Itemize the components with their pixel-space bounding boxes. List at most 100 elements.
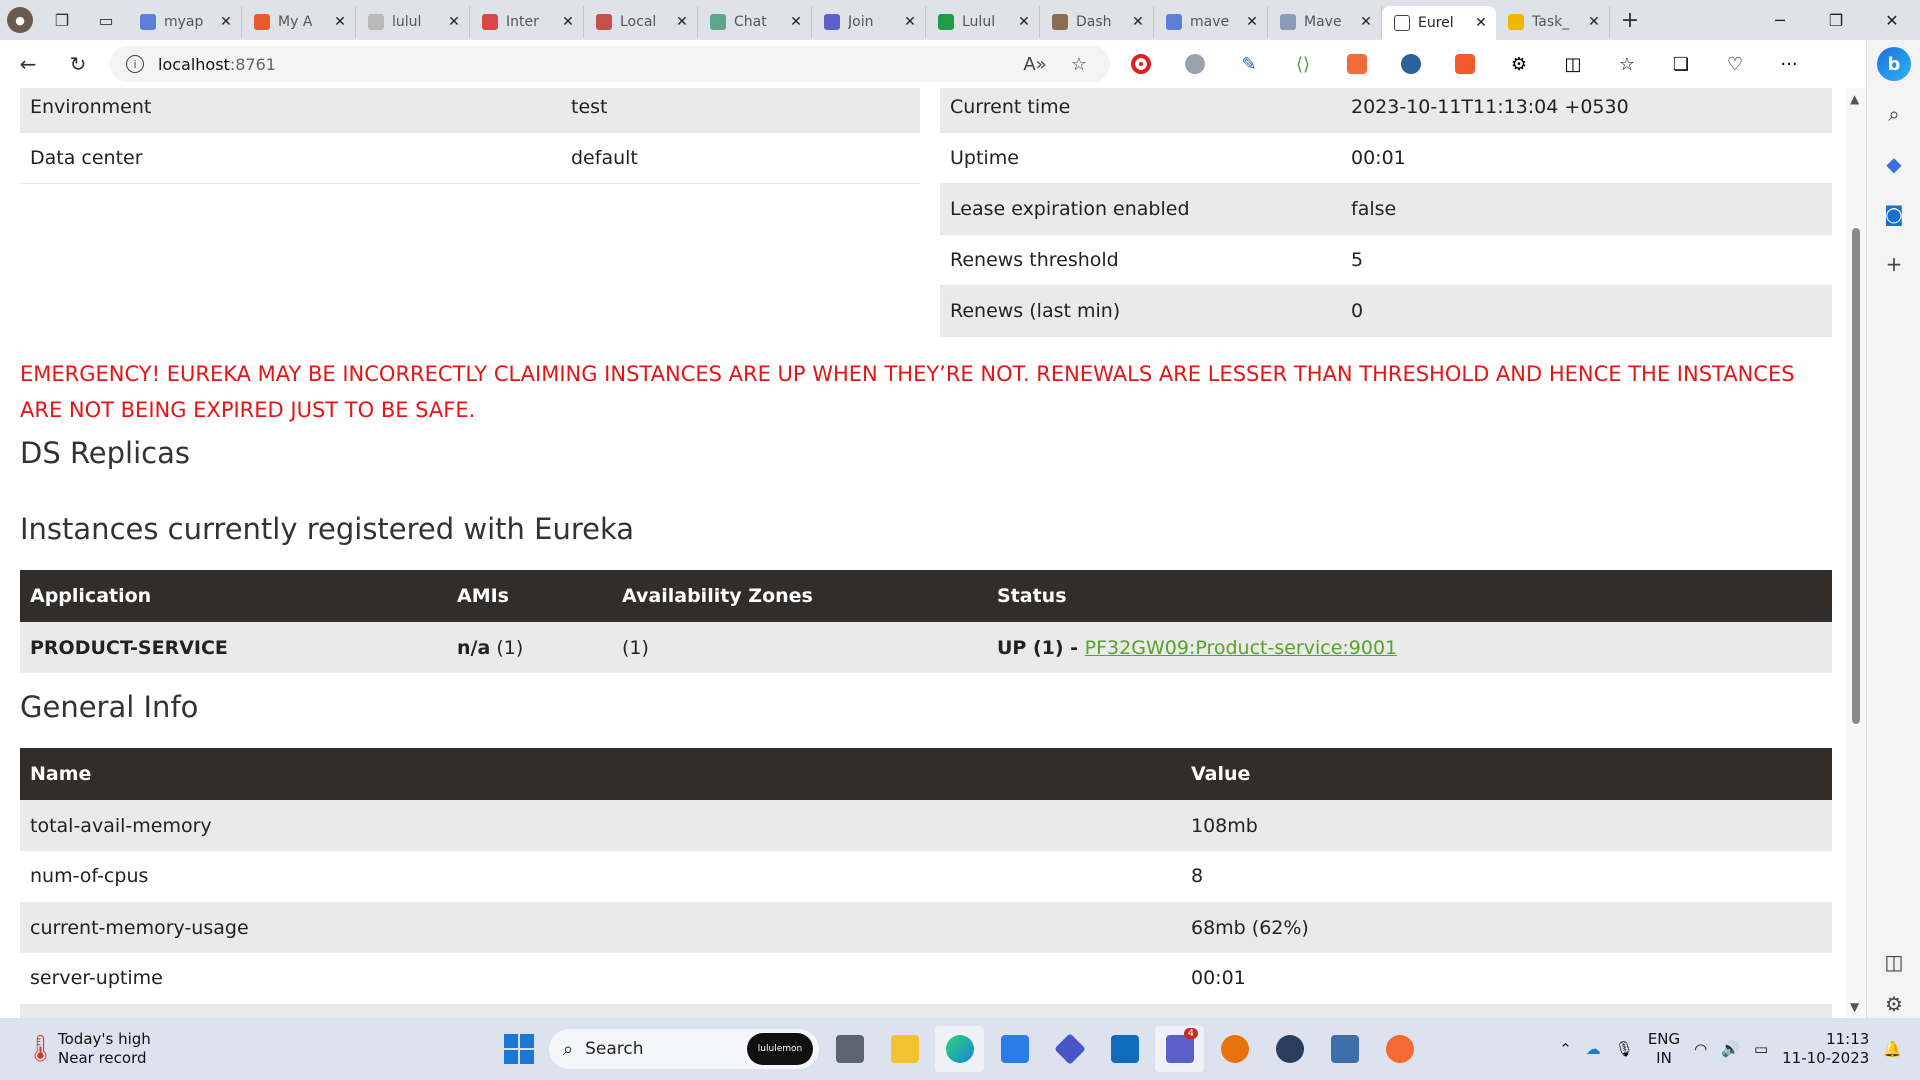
grammar-extension-icon[interactable] bbox=[1168, 46, 1222, 82]
browser-tab[interactable]: lulul ✕ bbox=[356, 6, 470, 38]
chevron-up-icon[interactable]: ⌃ bbox=[1559, 1040, 1572, 1058]
close-tab-icon[interactable]: ✕ bbox=[217, 14, 235, 30]
tab-title: Chat bbox=[734, 14, 767, 30]
clock[interactable]: 11:13 11-10-2023 bbox=[1782, 1030, 1869, 1068]
taskbar-search[interactable]: ⌕ Search lululemon bbox=[549, 1029, 819, 1069]
opera-extension-icon[interactable] bbox=[1114, 46, 1168, 82]
close-tab-icon[interactable]: ✕ bbox=[559, 14, 577, 30]
edge-browser-icon[interactable] bbox=[935, 1026, 984, 1072]
start-button[interactable] bbox=[494, 1026, 543, 1072]
search-icon bbox=[1166, 14, 1182, 30]
battery-icon[interactable]: ▭ bbox=[1754, 1040, 1768, 1058]
code-extension-icon[interactable]: ⟨⟩ bbox=[1276, 46, 1330, 82]
postman-app-icon[interactable] bbox=[1375, 1026, 1424, 1072]
copilot-button[interactable]: b bbox=[1867, 42, 1920, 86]
browser-tab[interactable]: My A ✕ bbox=[242, 6, 356, 38]
vertical-scrollbar[interactable]: ▲ ▼ bbox=[1846, 88, 1866, 1018]
browser-tab[interactable]: myap ✕ bbox=[128, 6, 242, 38]
browser-tab[interactable]: Chat ✕ bbox=[698, 6, 812, 38]
browser-tab[interactable]: Eurel ✕ bbox=[1382, 6, 1496, 40]
pdf-icon bbox=[596, 14, 612, 30]
site-info-icon[interactable]: i bbox=[126, 55, 144, 73]
teams-icon[interactable]: 4 bbox=[1155, 1026, 1204, 1072]
browser-tab[interactable]: Mave ✕ bbox=[1268, 6, 1382, 38]
address-bar[interactable]: i localhost:8761 A» ☆ bbox=[110, 46, 1110, 82]
wifi-icon[interactable]: ◠ bbox=[1694, 1040, 1707, 1058]
split-screen-icon[interactable]: ◫ bbox=[1546, 46, 1600, 82]
read-aloud-icon[interactable]: A» bbox=[1020, 54, 1050, 75]
column-header: Availability Zones bbox=[612, 570, 987, 622]
close-tab-icon[interactable]: ✕ bbox=[1472, 15, 1490, 31]
close-tab-icon[interactable]: ✕ bbox=[445, 14, 463, 30]
instance-link[interactable]: PF32GW09:Product-service:9001 bbox=[1085, 637, 1397, 659]
close-tab-icon[interactable]: ✕ bbox=[1357, 14, 1375, 30]
close-tab-icon[interactable]: ✕ bbox=[1585, 14, 1603, 30]
search-icon bbox=[140, 14, 156, 30]
maximize-button[interactable]: ❐ bbox=[1808, 0, 1864, 40]
notification-bell-icon[interactable]: 🔔 bbox=[1883, 1040, 1902, 1058]
sidebar-outlook-icon[interactable]: ◙ bbox=[1867, 192, 1920, 236]
power-automate-icon[interactable] bbox=[1045, 1026, 1094, 1072]
minimize-button[interactable]: ─ bbox=[1752, 0, 1808, 40]
volume-icon[interactable]: 🔊 bbox=[1721, 1040, 1740, 1058]
screen-extension-icon[interactable] bbox=[1384, 46, 1438, 82]
close-tab-icon[interactable]: ✕ bbox=[1243, 14, 1261, 30]
more-menu-icon[interactable]: ··· bbox=[1762, 46, 1816, 82]
chat-icon bbox=[710, 14, 726, 30]
close-tab-icon[interactable]: ✕ bbox=[331, 14, 349, 30]
browser-tab[interactable]: Task_ ✕ bbox=[1496, 6, 1610, 38]
info-app-icon[interactable] bbox=[1210, 1026, 1259, 1072]
new-tab-button[interactable]: + bbox=[1610, 8, 1650, 33]
sts-app-icon[interactable] bbox=[1320, 1026, 1369, 1072]
search-icon: ⌕ bbox=[563, 1038, 574, 1060]
table-row: Environment test bbox=[20, 88, 920, 133]
favorites-icon[interactable]: ☆ bbox=[1600, 46, 1654, 82]
file-explorer-icon[interactable] bbox=[880, 1026, 929, 1072]
extensions-puzzle-icon[interactable]: ⚙ bbox=[1492, 46, 1546, 82]
back-button[interactable]: ← bbox=[6, 46, 50, 82]
close-tab-icon[interactable]: ✕ bbox=[901, 14, 919, 30]
close-tab-icon[interactable]: ✕ bbox=[787, 14, 805, 30]
tab-title: myap bbox=[164, 14, 204, 30]
refresh-button[interactable]: ↻ bbox=[56, 46, 100, 82]
table-row: num-of-cpus 8 bbox=[20, 851, 1832, 903]
language-indicator[interactable]: ENG IN bbox=[1648, 1030, 1680, 1068]
microphone-muted-icon[interactable]: 🎙 bbox=[1615, 1040, 1634, 1058]
browser-tab[interactable]: Local ✕ bbox=[584, 6, 698, 38]
scroll-down-arrow-icon[interactable]: ▼ bbox=[1850, 1000, 1859, 1014]
onedrive-cloud-icon[interactable]: ☁ bbox=[1586, 1040, 1601, 1058]
general-info-table: Name Value total-avail-memory 108mb num-o… bbox=[20, 748, 1832, 1018]
postman-extension-icon[interactable] bbox=[1330, 46, 1384, 82]
sidebar-office-icon[interactable]: ◆ bbox=[1867, 142, 1920, 186]
favorite-star-icon[interactable]: ☆ bbox=[1064, 54, 1094, 75]
weather-widget[interactable]: 🌡 Today's high Near record bbox=[24, 1030, 151, 1068]
browser-tab[interactable]: Join ✕ bbox=[812, 6, 926, 38]
browser-tab[interactable]: Lulul ✕ bbox=[926, 6, 1040, 38]
scroll-up-arrow-icon[interactable]: ▲ bbox=[1850, 92, 1859, 106]
browser-essentials-icon[interactable]: ♡ bbox=[1708, 46, 1762, 82]
collections-icon[interactable]: ❏ bbox=[1654, 46, 1708, 82]
sidebar-add-icon[interactable]: + bbox=[1867, 242, 1920, 286]
tab-actions-icon[interactable]: ▭ bbox=[84, 0, 128, 40]
store-icon[interactable] bbox=[990, 1026, 1039, 1072]
pen-extension-icon[interactable]: ✎ bbox=[1222, 46, 1276, 82]
close-tab-icon[interactable]: ✕ bbox=[673, 14, 691, 30]
sidebar-hide-icon[interactable]: ◫ bbox=[1867, 940, 1920, 984]
profile-button[interactable]: ● bbox=[0, 0, 40, 40]
task-view-icon[interactable] bbox=[825, 1026, 874, 1072]
workspaces-icon[interactable]: ❐ bbox=[40, 0, 84, 40]
orange-extension-icon[interactable] bbox=[1438, 46, 1492, 82]
terminal-app-icon[interactable] bbox=[1265, 1026, 1314, 1072]
outlook-icon[interactable] bbox=[1100, 1026, 1149, 1072]
table-row: server-uptime 00:01 bbox=[20, 953, 1832, 1005]
close-tab-icon[interactable]: ✕ bbox=[1129, 14, 1147, 30]
sidebar-search-icon[interactable]: ⌕ bbox=[1867, 92, 1920, 136]
scrollbar-thumb[interactable] bbox=[1852, 228, 1860, 724]
browser-tab[interactable]: Inter ✕ bbox=[470, 6, 584, 38]
close-tab-icon[interactable]: ✕ bbox=[1015, 14, 1033, 30]
tab-title: Dash bbox=[1076, 14, 1112, 30]
close-window-button[interactable]: ✕ bbox=[1864, 0, 1920, 40]
browser-tab[interactable]: mave ✕ bbox=[1154, 6, 1268, 38]
table-header-row: Application AMIs Availability Zones Stat… bbox=[20, 570, 1832, 622]
browser-tab[interactable]: Dash ✕ bbox=[1040, 6, 1154, 38]
